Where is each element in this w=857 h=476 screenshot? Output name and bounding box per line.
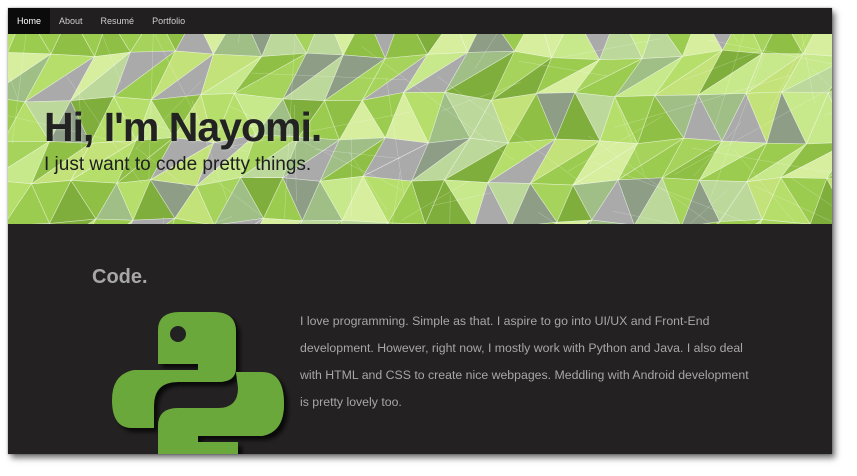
nav-home[interactable]: Home [8, 8, 51, 34]
section-body-text: I love programming. Simple as that. I as… [300, 314, 749, 409]
browser-viewport: Home About Resumé Portfolio Hi, I'm Nayo… [8, 8, 832, 454]
hero-title: Hi, I'm Nayomi. [44, 104, 322, 150]
nav-about[interactable]: About [50, 8, 92, 34]
hero-subtitle: I just want to code pretty things. [44, 154, 312, 175]
section-title: Code. [92, 266, 148, 288]
nav-resume[interactable]: Resumé [92, 8, 144, 34]
hero-banner: Hi, I'm Nayomi. I just want to code pret… [8, 34, 832, 224]
nav-portfolio[interactable]: Portfolio [143, 8, 194, 34]
python-logo-icon [112, 312, 284, 454]
top-navbar: Home About Resumé Portfolio [8, 8, 832, 34]
